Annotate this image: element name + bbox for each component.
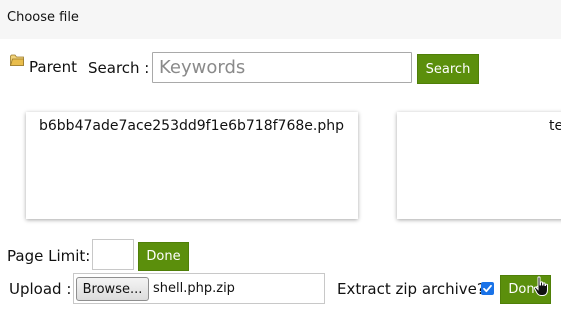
file-name-label: te <box>549 118 561 134</box>
dialog-header: Choose file <box>0 0 561 39</box>
file-chooser-page: Choose file Parent Search : Search b6bb4… <box>0 0 561 335</box>
page-limit-input[interactable] <box>92 239 134 270</box>
search-input[interactable] <box>152 52 412 83</box>
file-upload-field[interactable]: Browse... shell.php.zip <box>73 273 325 304</box>
folder-icon <box>10 54 24 66</box>
search-button[interactable]: Search <box>417 54 479 84</box>
upload-done-button[interactable]: Done <box>500 275 551 304</box>
extract-zip-checkbox[interactable] <box>481 282 494 295</box>
file-card[interactable]: b6bb47ade7ace253dd9f1e6b718f768e.php <box>26 112 358 219</box>
upload-done-label: Done <box>508 282 543 297</box>
parent-link[interactable]: Parent <box>29 58 77 76</box>
search-label: Search : <box>88 59 150 77</box>
extract-zip-label: Extract zip archive? <box>337 280 485 298</box>
page-limit-done-button[interactable]: Done <box>138 242 189 271</box>
selected-file-name: shell.php.zip <box>153 281 235 296</box>
dialog-title: Choose file <box>7 10 79 25</box>
checkmark-icon <box>483 284 492 293</box>
browse-button[interactable]: Browse... <box>76 277 149 301</box>
page-limit-label: Page Limit: <box>7 247 91 265</box>
upload-label: Upload : <box>9 280 72 298</box>
file-name-label: b6bb47ade7ace253dd9f1e6b718f768e.php <box>39 118 344 134</box>
file-card[interactable]: te <box>397 112 561 219</box>
